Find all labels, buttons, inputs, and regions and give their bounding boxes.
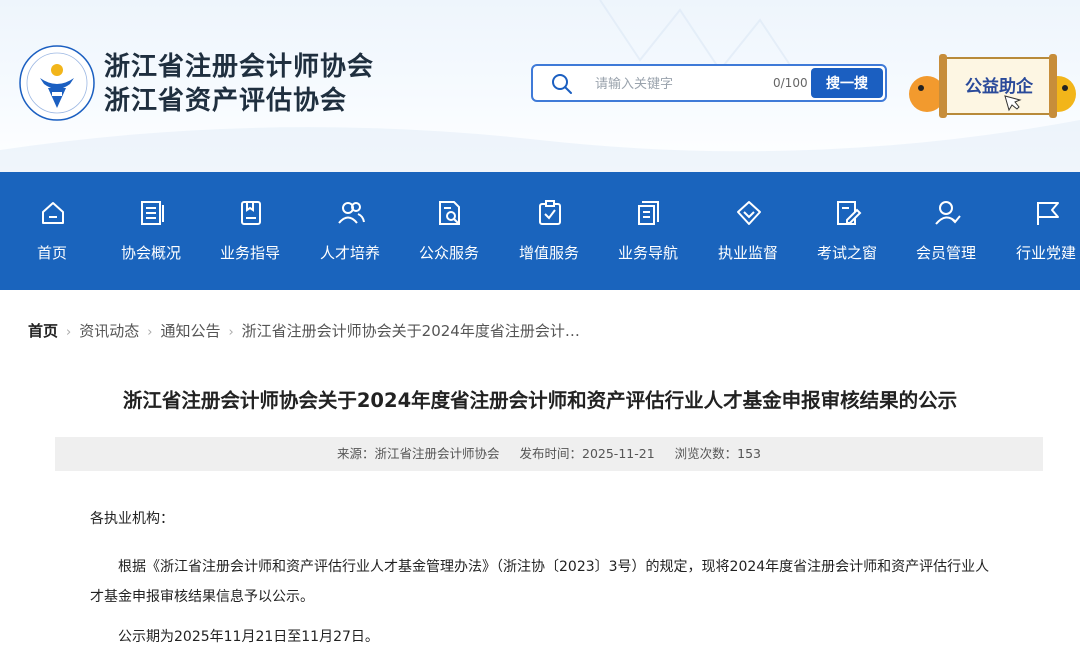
nav-item-business-nav[interactable]: 业务导航 — [600, 172, 696, 290]
chevron-right-icon: › — [228, 325, 234, 340]
chevron-right-icon: › — [147, 325, 153, 340]
article-views: 浏览次数：153 — [674, 446, 761, 461]
nav-label: 执业监督 — [717, 244, 778, 262]
nav-label: 公众服务 — [418, 244, 479, 262]
nav-item-exam[interactable]: 考试之窗 — [799, 172, 895, 290]
association-logo[interactable] — [18, 44, 96, 122]
flag-icon — [1037, 202, 1059, 225]
organization-names: 浙江省注册会计师协会 浙江省资产评估协会 — [104, 50, 374, 118]
association-emblem-icon — [19, 45, 95, 121]
nav-item-guidance[interactable]: 业务指导 — [202, 172, 298, 290]
nav-label: 行业党建 — [1015, 244, 1076, 262]
member-icon — [935, 201, 961, 225]
nav-label: 业务指导 — [219, 244, 280, 262]
nav-label: 人才培养 — [319, 244, 380, 262]
org-name-cpa: 浙江省注册会计师协会 — [104, 52, 375, 82]
breadcrumb-home[interactable]: 首页 — [28, 322, 58, 340]
search-input[interactable] — [595, 72, 765, 96]
article-publish-time: 发布时间：2025-11-21 — [519, 446, 655, 461]
breadcrumb-current: 浙江省注册会计师协会关于2024年度省注册会计… — [241, 322, 580, 340]
nav-label: 业务导航 — [617, 244, 678, 262]
article-body-paragraph: 根据《浙江省注册会计师和资产评估行业人才基金管理办法》（浙注协〔2023〕3号）… — [90, 559, 990, 605]
nav-item-public-service[interactable]: 公众服务 — [401, 172, 497, 290]
main-navigation: 首页 协会概况 业务指导 人才培养 公众服务 增值服务 业务导航 执业监督 考试… — [0, 172, 1080, 290]
article-title: 浙江省注册会计师协会关于2024年度省注册会计师和资产评估行业人才基金申报审核结… — [122, 389, 958, 412]
charity-label: 公益助企 — [965, 77, 1033, 97]
nav-item-party-building[interactable]: 行业党建 — [998, 172, 1080, 290]
nav-item-home[interactable]: 首页 — [4, 172, 100, 290]
nav-item-about[interactable]: 协会概况 — [103, 172, 199, 290]
breadcrumb-notices[interactable]: 通知公告 — [160, 322, 220, 340]
breadcrumb-news[interactable]: 资讯动态 — [79, 322, 139, 340]
nav-item-supervision[interactable]: 执业监督 — [700, 172, 796, 290]
chevron-right-icon: › — [66, 325, 72, 340]
article-salutation: 各执业机构： — [90, 511, 174, 527]
people-icon — [338, 202, 365, 224]
document-icon — [141, 201, 164, 225]
breadcrumb: 首页 › 资讯动态 › 通知公告 › 浙江省注册会计师协会关于2024年度省注册会计… — [28, 320, 580, 341]
nav-label: 增值服务 — [518, 244, 579, 262]
nav-label: 首页 — [36, 244, 67, 262]
nav-label: 协会概况 — [120, 244, 181, 262]
search-icon[interactable] — [551, 73, 573, 95]
diamond-shield-icon — [737, 201, 761, 225]
nav-item-members[interactable]: 会员管理 — [898, 172, 994, 290]
guide-book-icon — [241, 201, 261, 225]
home-icon — [42, 202, 64, 224]
nav-item-value-added[interactable]: 增值服务 — [501, 172, 597, 290]
article-meta: 来源：浙江省注册会计师协会 发布时间：2025-11-21 浏览次数：153 — [55, 437, 1043, 471]
nav-label: 考试之窗 — [816, 244, 877, 262]
article-source: 来源：浙江省注册会计师协会 — [337, 446, 500, 461]
search-box: 0/100 搜一搜 — [531, 64, 887, 102]
search-file-icon — [439, 201, 460, 225]
clipboard-check-icon — [539, 200, 561, 225]
charity-banner[interactable]: 公益助企 — [905, 44, 1080, 126]
search-button[interactable]: 搜一搜 — [811, 68, 883, 98]
nav-item-talent[interactable]: 人才培养 — [302, 172, 398, 290]
navigation-doc-icon — [638, 201, 659, 225]
edit-paper-icon — [837, 201, 862, 225]
article-period-paragraph: 公示期为2025年11月21日至11月27日。 — [118, 629, 379, 645]
org-name-appraisal: 浙江省资产评估协会 — [104, 86, 348, 116]
nav-label: 会员管理 — [915, 244, 976, 262]
search-char-count: 0/100 — [773, 76, 808, 90]
site-header: 浙江省注册会计师协会 浙江省资产评估协会 0/100 搜一搜 公益助企 — [0, 0, 1080, 172]
